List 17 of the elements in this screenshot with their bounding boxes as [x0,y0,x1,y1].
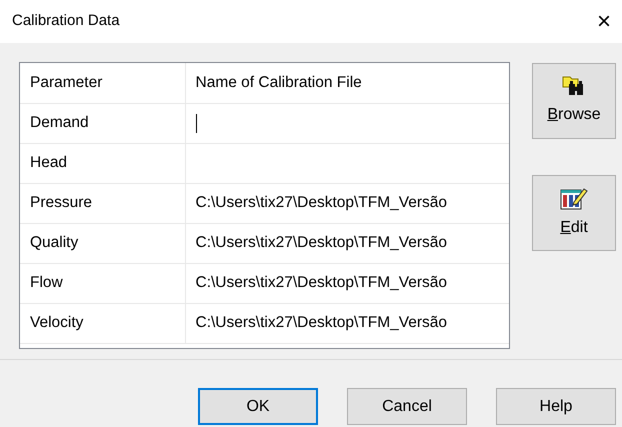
table-cell: Quality [20,223,185,263]
edit-button[interactable]: Edit [532,175,616,251]
cancel-button[interactable]: Cancel [347,388,467,425]
window-title: Calibration Data [12,11,120,32]
table-cell: Head [20,143,185,183]
table-cell: Demand [20,103,185,143]
column-header: Parameter [20,63,185,103]
close-button[interactable]: × [590,10,618,34]
table-edit-icon [560,186,588,210]
table-cell: Flow [20,263,185,303]
help-button[interactable]: Help [496,388,616,425]
binoculars-icon [562,75,586,97]
table-cell: Velocity [20,303,185,343]
column-header: Name of Calibration File [185,63,509,103]
ok-button[interactable]: OK [198,388,318,425]
table-cell: Pressure [20,183,185,223]
browse-button[interactable]: Browse [532,63,616,139]
